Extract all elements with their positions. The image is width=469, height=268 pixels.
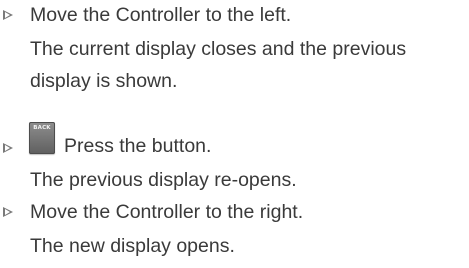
back-button-icon: BACK: [29, 122, 55, 154]
back-button-label: BACK: [33, 125, 51, 131]
instructions-list: Move the Controller to the left. The cur…: [0, 0, 469, 268]
step-instruction: Move the Controller to the right.: [30, 201, 304, 223]
step-bullet-icon: [3, 207, 13, 217]
step-bullet-icon: [3, 143, 13, 153]
step-result: The new display opens.: [30, 235, 235, 257]
step-result: The previous display re-opens.: [30, 169, 297, 191]
step-instruction: Press the button.: [64, 135, 212, 157]
step-bullet-icon: [3, 10, 13, 20]
step-instruction: Move the Controller to the left.: [30, 4, 292, 26]
step-result: The current display closes and the previ…: [30, 38, 407, 92]
